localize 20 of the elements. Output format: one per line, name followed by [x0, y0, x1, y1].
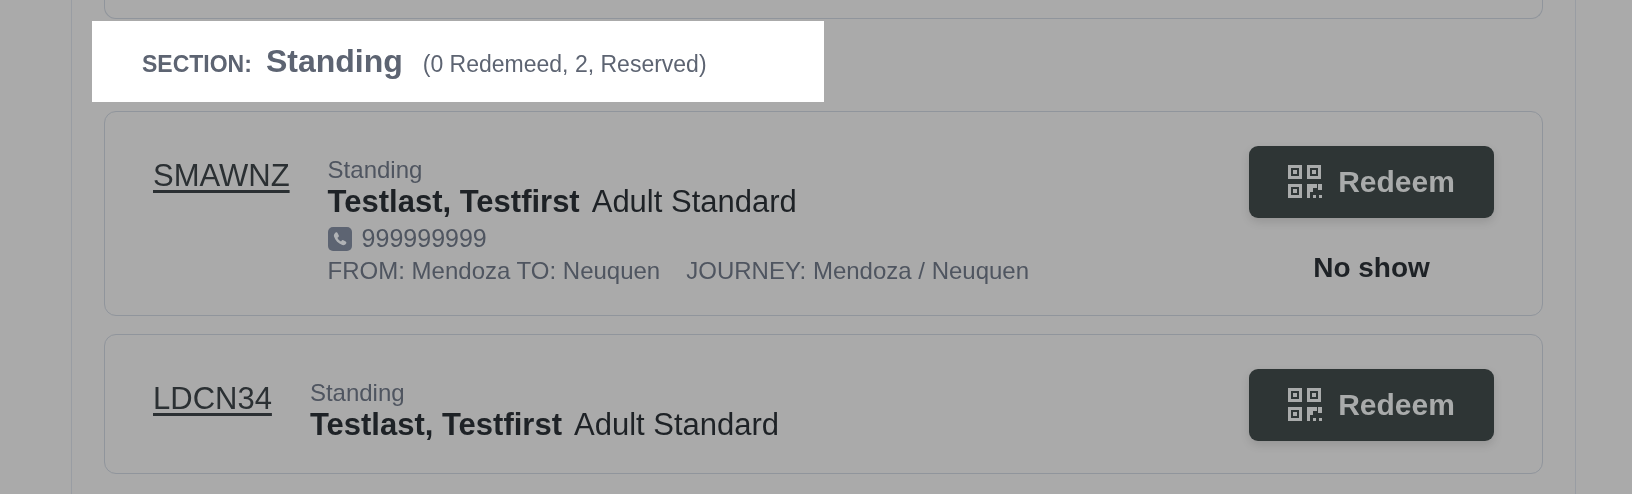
- section-name: Standing: [265, 43, 403, 80]
- seat-section: Standing: [309, 379, 1249, 407]
- ticket-code-link[interactable]: LDCN34: [153, 381, 272, 417]
- seat-section: Standing: [327, 156, 1249, 184]
- phone-icon: [327, 226, 352, 251]
- phone-number: 999999999: [361, 224, 487, 253]
- passenger-name: Testlast, Testfirst: [327, 184, 580, 220]
- journey-text: JOURNEY: Mendoza / Neuquen: [686, 257, 1030, 285]
- fare-type: Adult Standard: [591, 184, 797, 220]
- qr-code-icon: [1288, 388, 1323, 422]
- qr-code-icon: [1288, 165, 1323, 199]
- fare-type: Adult Standard: [574, 407, 780, 443]
- section-summary: (0 Redemeed, 2, Reserved): [422, 51, 707, 78]
- section-label: SECTION:: [142, 51, 252, 78]
- redeem-button[interactable]: Redeem: [1249, 146, 1494, 218]
- passenger-name: Testlast, Testfirst: [309, 407, 562, 443]
- ticket-code-link[interactable]: SMAWNZ: [153, 158, 290, 194]
- ticket-status: No show: [1313, 252, 1430, 284]
- route-text: FROM: Mendoza TO: Neuquen: [327, 257, 661, 285]
- redeem-button[interactable]: Redeem: [1249, 369, 1494, 441]
